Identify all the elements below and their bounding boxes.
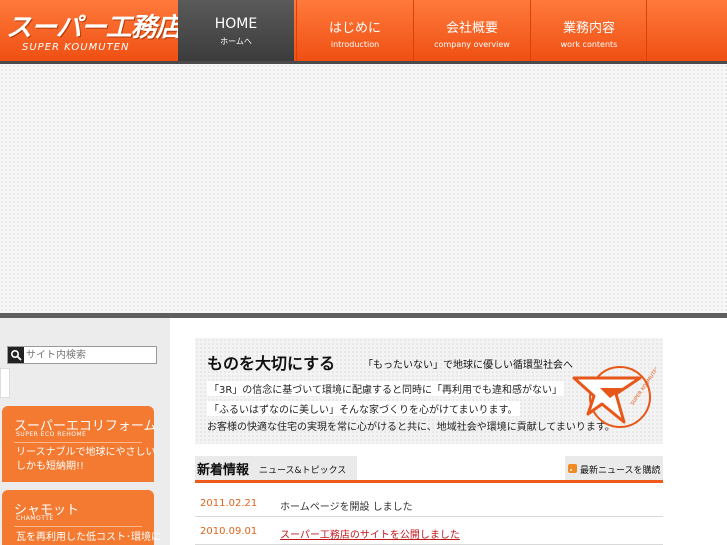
promo-eco-body-2: しかも短納期!!	[16, 461, 85, 472]
search-icon[interactable]	[8, 347, 24, 363]
news-divider	[195, 480, 663, 483]
concept-banner: ものを大切にする 「もったいない」で地球に優しい循環型社会へ 「3R」の信念に基…	[195, 338, 663, 444]
nav-spacer	[646, 0, 727, 61]
rss-label: 最新ニュースを購読	[580, 466, 661, 476]
news-title: 新着情報	[197, 463, 250, 478]
promo-divider	[14, 442, 142, 443]
nav-work-label: 業務内容	[562, 21, 615, 36]
news-link[interactable]: ホームページを開設 しました	[280, 498, 413, 513]
promo-eco-sub: SUPER ECO REHOME	[16, 431, 87, 438]
nav-company-label: 会社概要	[445, 21, 498, 36]
nav-introduction-sub: introduction	[330, 40, 380, 49]
nav-introduction-label: はじめに	[328, 21, 381, 36]
news-date: 2010.09.01	[200, 526, 258, 537]
promo-chamotte-sub: CHAMOTTE	[16, 515, 54, 522]
banner-title-sub: 「もったいない」で地球に優しい循環型社会へ	[363, 360, 573, 371]
nav-introduction[interactable]: はじめに introduction	[296, 0, 413, 61]
news-link[interactable]: スーパー工務店のサイトを公開しました	[280, 526, 460, 541]
rss-subscribe-button[interactable]: 最新ニュースを購読	[565, 456, 663, 480]
search-input[interactable]	[26, 347, 154, 363]
banner-line-1: 「3R」の信念に基づいて環境に配慮すると同時に「再利用でも違和感がない」	[207, 381, 565, 396]
nav-home[interactable]: HOME ホームへ	[178, 0, 294, 61]
nav-company-overview[interactable]: 会社概要 company overview	[413, 0, 530, 61]
site-logo[interactable]: スーパー工務店 SUPER KOUMUTEN	[0, 0, 182, 61]
news-title-sub: ニュース&トピックス	[259, 466, 347, 476]
sidebar-blank-box	[0, 368, 10, 398]
logo-subtext: SUPER KOUMUTEN	[22, 42, 130, 53]
banner-line-3: お客様の快適な住宅の実現を常に心がけると共に、地域社会や環境に貢献してまいります…	[207, 422, 615, 433]
main-visual	[0, 61, 727, 316]
news-title-box: 新着情報 ニュース&トピックス	[195, 456, 357, 480]
promo-chamotte[interactable]: シャモット CHAMOTTE 瓦を再利用した低コスト･環境に	[2, 490, 161, 545]
promo-eco-reform[interactable]: スーパーエコリフォーム SUPER ECO REHOME リースナブルで地球にや…	[2, 406, 156, 482]
search-box	[7, 346, 157, 364]
news-date: 2011.02.21	[200, 498, 258, 509]
nav-company-sub: company overview	[434, 40, 510, 49]
banner-title: ものを大切にする	[207, 354, 336, 373]
rss-icon	[568, 464, 577, 473]
news-item: 2011.02.21 ホームページを開設 しました	[195, 490, 663, 517]
promo-eco-body-1: リースナブルで地球にやさしい	[16, 447, 156, 458]
promo-chamotte-body-1: 瓦を再利用した低コスト･環境に	[16, 532, 161, 543]
news-item: 2010.09.01 スーパー工務店のサイトを公開しました	[195, 518, 663, 545]
logo-text: スーパー工務店	[6, 13, 182, 43]
banner-line-2: 「ふるいはずなのに美しい」そんな家づくりを心がけてまいります。	[207, 401, 520, 416]
nav-work-contents[interactable]: 業務内容 work contents	[530, 0, 647, 61]
nav-home-label: HOME	[214, 16, 258, 32]
site-header: スーパー工務店 SUPER KOUMUTEN HOME ホームへ はじめに in…	[0, 0, 727, 61]
promo-divider	[14, 526, 142, 527]
news-header: 新着情報 ニュース&トピックス 最新ニュースを購読	[195, 456, 663, 480]
star-logo-icon: SUPER KOUMUTEN	[572, 365, 656, 428]
nav-home-sub: ホームへ	[220, 37, 252, 46]
nav-work-sub: work contents	[560, 40, 618, 49]
